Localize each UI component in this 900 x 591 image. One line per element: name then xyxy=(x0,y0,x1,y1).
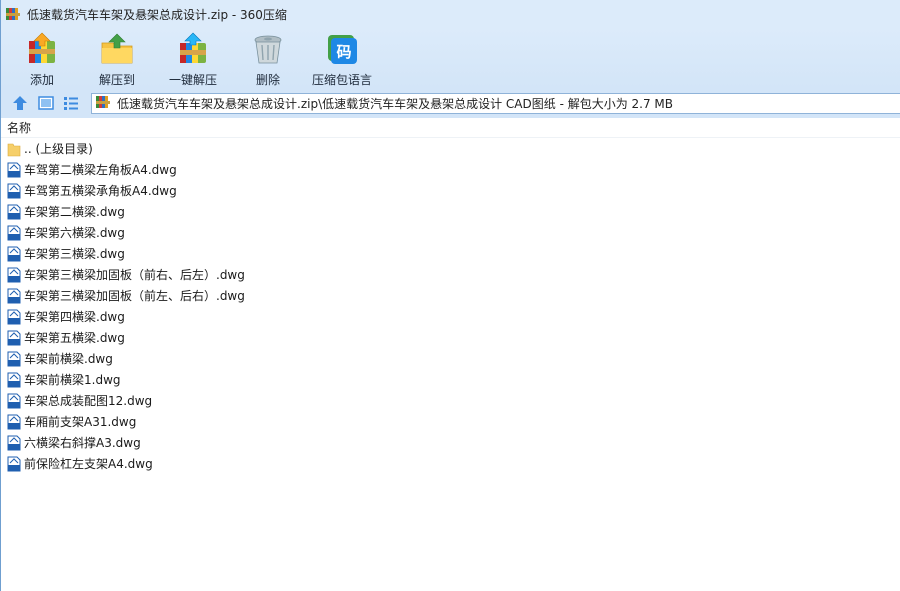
extract-to-icon xyxy=(99,31,135,67)
file-name: 车架第三横梁加固板（前左、后右）.dwg xyxy=(24,289,245,303)
extract-to-button[interactable]: 解压到 xyxy=(95,28,139,88)
dwg-file-icon xyxy=(7,162,21,178)
file-name: 车驾第二横梁左角板A4.dwg xyxy=(24,163,177,177)
file-name: 车架前横梁.dwg xyxy=(24,352,113,366)
one-click-extract-icon xyxy=(175,31,211,67)
extract-to-label: 解压到 xyxy=(98,73,135,87)
one-click-extract-label: 一键解压 xyxy=(168,73,217,87)
file-row[interactable]: 车架前横梁.dwg xyxy=(1,348,900,369)
dwg-file-icon xyxy=(7,330,21,346)
add-label: 添加 xyxy=(29,73,54,87)
dwg-file-icon xyxy=(7,309,21,325)
archive-language-button[interactable]: 码 压缩包语言 xyxy=(310,28,374,88)
file-name: 车架第三横梁加固板（前右、后左）.dwg xyxy=(24,268,245,282)
file-row[interactable]: 车架第三横梁加固板（前右、后左）.dwg xyxy=(1,264,900,285)
file-row[interactable]: 车架总成装配图12.dwg xyxy=(1,390,900,411)
file-name: 车架总成装配图12.dwg xyxy=(24,394,153,408)
parent-folder-row[interactable]: .. (上级目录) xyxy=(1,138,900,159)
address-bar: 低速载货汽车车架及悬架总成设计.zip\低速载货汽车车架及悬架总成设计 CAD图… xyxy=(1,88,900,118)
dwg-file-icon xyxy=(7,183,21,199)
file-row[interactable]: 车厢前支架A31.dwg xyxy=(1,411,900,432)
file-row[interactable]: 前保险杠左支架A4.dwg xyxy=(1,453,900,474)
file-row[interactable]: 车架第六横梁.dwg xyxy=(1,222,900,243)
file-row[interactable]: 车驾第五横梁承角板A4.dwg xyxy=(1,180,900,201)
archive-app-icon xyxy=(5,6,21,22)
address-path: 低速载货汽车车架及悬架总成设计.zip\低速载货汽车车架及悬架总成设计 CAD图… xyxy=(117,97,674,111)
address-field[interactable]: 低速载货汽车车架及悬架总成设计.zip\低速载货汽车车架及悬架总成设计 CAD图… xyxy=(91,93,900,114)
one-click-extract-button[interactable]: 一键解压 xyxy=(167,28,219,88)
file-row[interactable]: 车架第四横梁.dwg xyxy=(1,306,900,327)
app-window: 低速载货汽车车架及悬架总成设计.zip - 360压缩 添加 解压到 一键解压 … xyxy=(0,0,900,591)
file-name: 车架第二横梁.dwg xyxy=(24,205,125,219)
file-row[interactable]: 车架第三横梁.dwg xyxy=(1,243,900,264)
file-name: 车架前横梁1.dwg xyxy=(24,373,121,387)
add-button[interactable]: 添加 xyxy=(21,28,63,88)
archive-language-icon: 码 xyxy=(324,31,360,67)
file-name: 车架第三横梁.dwg xyxy=(24,247,125,261)
file-row[interactable]: 六横梁右斜撑A3.dwg xyxy=(1,432,900,453)
folder-icon xyxy=(7,141,21,157)
file-name: 车架第四横梁.dwg xyxy=(24,310,125,324)
file-name: 六横梁右斜撑A3.dwg xyxy=(24,436,141,450)
file-row[interactable]: 车架第二横梁.dwg xyxy=(1,201,900,222)
dwg-file-icon xyxy=(7,393,21,409)
large-icons-view-icon[interactable] xyxy=(37,94,55,112)
archive-path-icon xyxy=(95,94,111,113)
file-row[interactable]: 车架第三横梁加固板（前左、后右）.dwg xyxy=(1,285,900,306)
dwg-file-icon xyxy=(7,414,21,430)
file-row[interactable]: 车驾第二横梁左角板A4.dwg xyxy=(1,159,900,180)
delete-button[interactable]: 删除 xyxy=(248,28,288,88)
dwg-file-icon xyxy=(7,225,21,241)
list-view-icon[interactable] xyxy=(62,94,80,112)
file-row[interactable]: 车架第五横梁.dwg xyxy=(1,327,900,348)
column-header-label: 名称 xyxy=(7,121,32,135)
dwg-file-icon xyxy=(7,372,21,388)
dwg-file-icon xyxy=(7,456,21,472)
window-title: 低速载货汽车车架及悬架总成设计.zip - 360压缩 xyxy=(27,7,287,22)
add-archive-icon xyxy=(24,31,60,67)
dwg-file-icon xyxy=(7,435,21,451)
file-name: .. (上级目录) xyxy=(24,142,93,156)
title-bar[interactable]: 低速载货汽车车架及悬架总成设计.zip - 360压缩 xyxy=(1,0,900,28)
file-name: 车架第五横梁.dwg xyxy=(24,331,125,345)
file-name: 车架第六横梁.dwg xyxy=(24,226,125,240)
up-arrow-icon[interactable] xyxy=(11,94,29,112)
dwg-file-icon xyxy=(7,246,21,262)
dwg-file-icon xyxy=(7,204,21,220)
file-name: 车驾第五横梁承角板A4.dwg xyxy=(24,184,177,198)
delete-label: 删除 xyxy=(255,73,280,87)
archive-language-label: 压缩包语言 xyxy=(311,73,372,87)
dwg-file-icon xyxy=(7,351,21,367)
toolbar: 添加 解压到 一键解压 删除 码 压缩包语言 xyxy=(1,28,900,88)
file-name: 前保险杠左支架A4.dwg xyxy=(24,457,153,471)
svg-text:码: 码 xyxy=(336,43,351,61)
dwg-file-icon xyxy=(7,288,21,304)
column-header-name[interactable]: 名称 xyxy=(1,118,900,138)
file-list: .. (上级目录) 车驾第二横梁左角板A4.dwg 车驾第五横梁承角板A4.dwg 车… xyxy=(1,138,900,474)
file-name: 车厢前支架A31.dwg xyxy=(24,415,137,429)
trash-icon xyxy=(250,31,286,67)
file-row[interactable]: 车架前横梁1.dwg xyxy=(1,369,900,390)
dwg-file-icon xyxy=(7,267,21,283)
